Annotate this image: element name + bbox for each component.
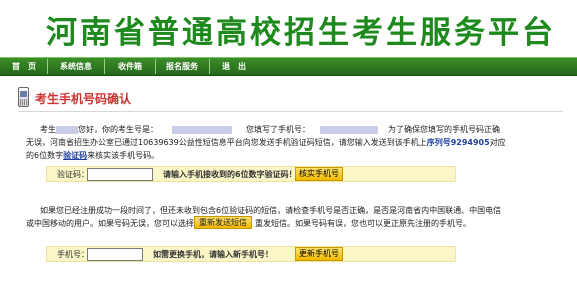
nav-separator	[155, 59, 156, 74]
phone-number-row: 手机号： 如需更换手机，请输入新手机号！ 更新手机号	[46, 246, 456, 262]
redacted-exam-number	[172, 125, 232, 134]
site-title: 河南省普通高校招生考生服务平台	[46, 15, 556, 51]
mobile-phone-icon	[18, 87, 29, 107]
nav-system-info[interactable]: 系统信息	[60, 60, 92, 74]
nav-separator	[47, 59, 48, 74]
phone-number-input[interactable]	[87, 248, 143, 261]
resend-sms-button[interactable]: 重新发送短信	[194, 216, 252, 229]
phone-number-hint: 如需更换手机，请输入新手机号！	[153, 250, 273, 259]
verify-phone-button[interactable]: 核实手机号	[295, 167, 343, 181]
verify-code-row: 验证码： 请输入手机接收到的6位数字验证码！ 核实手机号	[46, 166, 456, 182]
nav-home[interactable]: 首 页	[12, 60, 36, 74]
intro-text: 考生	[40, 125, 56, 134]
site-header: 河南省普通高校招生考生服务平台	[0, 0, 577, 56]
nav-separator	[104, 59, 105, 74]
verify-code-hint: 请输入手机接收到的6位数字验证码！	[163, 170, 297, 179]
verify-code-label: 验证码：	[57, 170, 89, 179]
intro-paragraph: 考生 您好，你的考生号是： 您填写了手机号： 为了确保您填写的手机号码正确无误，河南省…	[26, 123, 506, 162]
serial-number: 序列号9294905	[426, 138, 490, 147]
intro-text: 来核实该手机号码。	[87, 151, 160, 160]
main-nav: 首 页 系统信息 收件箱 报名服务 退 出	[0, 57, 577, 76]
nav-inbox[interactable]: 收件箱	[118, 60, 142, 74]
resend-text: 重发短信。如果号码有误，您也可以更正原先注册的手机号。	[255, 219, 471, 228]
phone-number-label: 手机号：	[57, 250, 89, 259]
verification-code-link[interactable]: 验证码	[63, 151, 87, 160]
nav-separator	[209, 59, 210, 74]
nav-registration[interactable]: 报名服务	[166, 60, 198, 74]
redacted-phone-number	[320, 125, 378, 134]
update-phone-button[interactable]: 更新手机号	[295, 247, 343, 261]
redacted-name	[56, 125, 78, 134]
resend-paragraph: 如果您已经注册成功一段时间了，但还未收到包含6位验证码的短信，请检查手机号是否正…	[26, 204, 506, 230]
verify-code-input[interactable]	[87, 168, 153, 181]
intro-text: 您好，你的考生号是：	[78, 125, 158, 134]
divider	[18, 111, 563, 112]
intro-text: 您填写了手机号：	[246, 125, 310, 134]
nav-logout[interactable]: 退 出	[222, 60, 246, 74]
section-title: 考生手机号码确认	[35, 92, 132, 106]
